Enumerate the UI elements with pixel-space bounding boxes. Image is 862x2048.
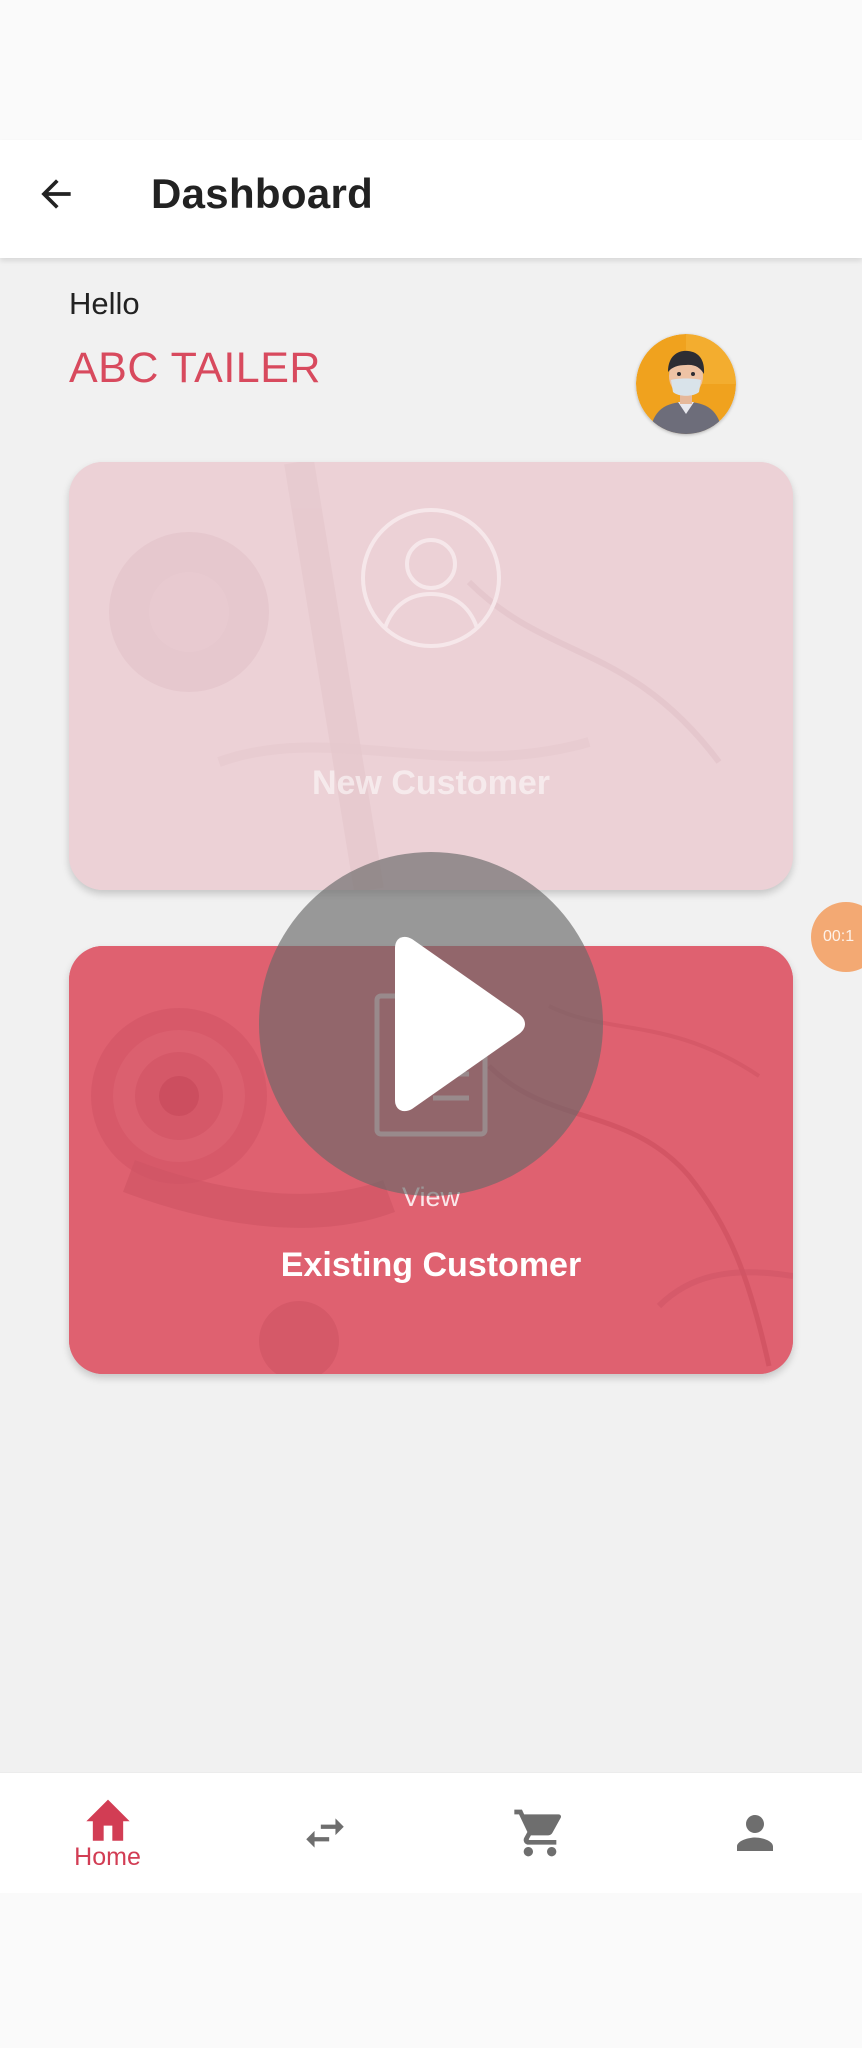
active-indicator [87, 1889, 131, 1893]
home-icon [85, 1799, 130, 1841]
timer-text: 00:1 [823, 928, 855, 945]
system-area [0, 1892, 862, 2048]
nav-item-label: Home [74, 1842, 141, 1871]
cart-icon [513, 1809, 561, 1857]
swap-arrows-icon [305, 1818, 344, 1848]
bottom-navigation: Home [0, 1772, 862, 1893]
arrow-left-icon [41, 179, 71, 209]
nav-item-cart[interactable] [432, 1773, 647, 1893]
user-circle-icon [361, 508, 501, 648]
user-avatar-icon [636, 334, 736, 434]
page-title: Dashboard [151, 170, 374, 217]
nav-item-profile[interactable] [647, 1773, 862, 1893]
person-icon [736, 1815, 773, 1851]
avatar[interactable] [636, 334, 736, 434]
new-customer-card[interactable]: New Customer [69, 462, 793, 890]
nav-item-transactions[interactable] [217, 1773, 432, 1893]
back-button[interactable] [26, 164, 86, 224]
existing-customer-label: Existing Customer [280, 1246, 582, 1284]
app-screen: Dashboard Hello ABC TAILER New Customer … [0, 0, 862, 2048]
shop-name: ABC TAILER [69, 344, 321, 392]
video-play-button[interactable] [259, 852, 603, 1196]
nav-item-home[interactable]: Home [0, 1773, 215, 1893]
greeting-text: Hello [69, 286, 140, 321]
new-customer-label: New Customer [311, 764, 551, 802]
app-bar: Dashboard [0, 140, 862, 258]
play-icon [395, 936, 525, 1112]
